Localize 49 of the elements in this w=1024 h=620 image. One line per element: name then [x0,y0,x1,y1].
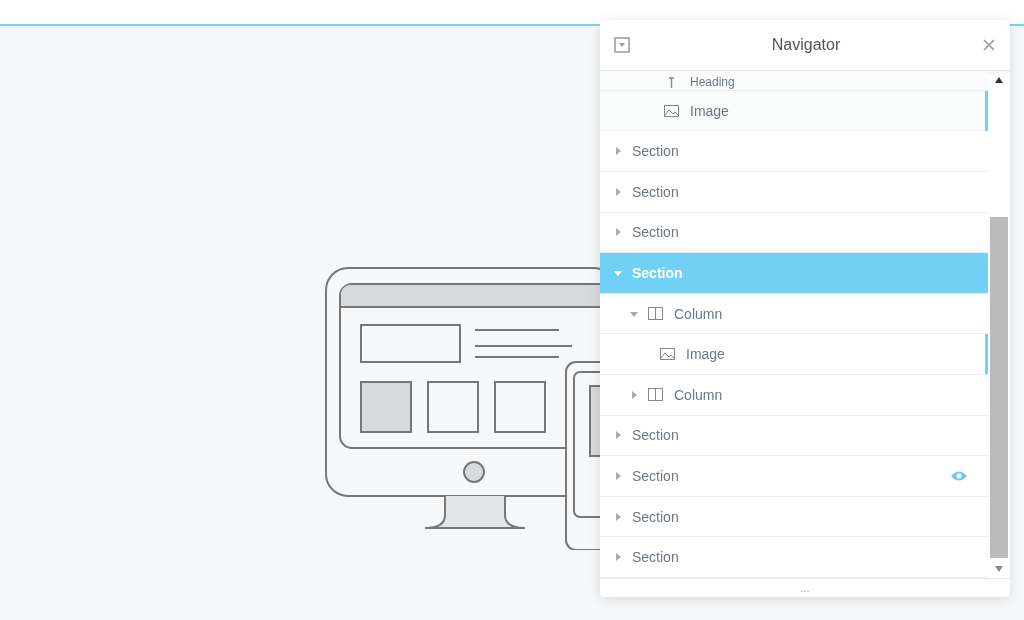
item-label: Column [674,386,723,403]
navigator-item[interactable]: Column [600,374,988,416]
close-icon[interactable] [982,38,996,52]
navigator-item[interactable]: Section [600,496,988,538]
image-icon [660,348,675,361]
resize-handle[interactable]: ... [800,582,810,594]
item-label: Section [632,508,679,525]
scroll-down-icon[interactable] [995,566,1003,572]
item-label: Section [632,183,679,200]
indicator-bar [985,90,988,131]
collapse-icon[interactable] [614,37,630,53]
columns-icon [648,307,663,321]
item-label: Section [632,549,679,566]
navigator-item[interactable]: Image [600,334,988,375]
navigator-item[interactable]: Section [600,456,988,497]
item-label: Section [632,467,679,484]
scrollbar-thumb[interactable] [990,217,1008,558]
navigator-item[interactable]: Image [600,90,988,132]
item-label: Image [690,102,729,119]
caret-icon[interactable] [614,228,622,237]
caret-icon[interactable] [630,309,638,318]
navigator-item[interactable]: Heading [600,71,988,91]
item-label: Section [632,143,679,160]
image-icon [664,104,679,117]
caret-icon[interactable] [614,553,622,562]
caret-icon[interactable] [614,431,622,440]
caret-icon[interactable] [614,187,622,196]
navigator-item[interactable]: Section [600,537,988,578]
caret-icon[interactable] [630,390,638,399]
item-label: Column [674,305,723,322]
navigator-item[interactable]: Section [600,172,988,213]
item-label: Section [632,265,683,281]
caret-icon[interactable] [614,471,622,480]
caret-icon[interactable] [614,512,622,521]
item-label: Heading [690,74,735,89]
navigator-item[interactable]: Column [600,293,988,335]
caret-icon[interactable] [614,147,622,156]
navigator-item[interactable]: Section [600,415,988,457]
navigator-item[interactable]: Section [600,212,988,254]
indicator-bar [985,334,988,375]
eye-icon[interactable] [950,470,968,483]
scroll-up-icon[interactable] [995,77,1003,83]
panel-title: Navigator [770,36,842,54]
caret-icon[interactable] [614,269,622,277]
item-label: Section [632,427,679,444]
item-label: Image [686,346,725,363]
item-label: Section [632,224,679,241]
columns-icon [648,388,663,402]
navigator-item[interactable]: Section [600,131,988,172]
